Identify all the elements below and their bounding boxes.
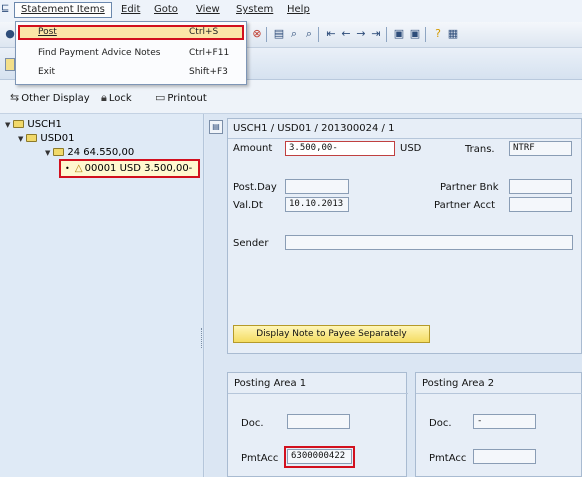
menu-view[interactable]: View <box>196 4 220 15</box>
tree-node-label: USCH1 <box>27 119 62 130</box>
val-dt-label: Val.Dt <box>233 200 263 211</box>
menu-item-post-shortcut: Ctrl+S <box>189 27 219 37</box>
toolbar-divider <box>266 27 267 42</box>
menu-item-post[interactable]: Post Ctrl+S <box>18 25 244 40</box>
menu-item-exit[interactable]: Exit Shift+F3 <box>18 65 244 80</box>
detail-area: ▤ USCH1 / USD01 / 201300024 / 1 Amount 3… <box>205 114 582 477</box>
new-session-icon[interactable]: ▣ <box>392 27 406 41</box>
lock-button[interactable]: 🔒︎ Lock <box>101 91 132 105</box>
pmtacc-field[interactable] <box>473 449 536 464</box>
display-note-button[interactable]: Display Note to Payee Separately <box>233 325 430 343</box>
find-icon[interactable]: ⌕ <box>287 27 301 41</box>
layout-icon[interactable]: ▦ <box>446 27 460 41</box>
doc-field[interactable] <box>287 414 350 429</box>
find-next-icon[interactable]: ⌕ <box>302 27 316 41</box>
val-dt-field[interactable]: 10.10.2013 <box>285 197 349 212</box>
menu-item-find-label: Find Payment Advice Notes <box>38 48 161 58</box>
lock-icon: 🔒︎ <box>101 91 107 104</box>
sender-field[interactable] <box>285 235 573 250</box>
tree-node-label: USD01 <box>40 133 75 144</box>
toolbar-divider <box>386 27 387 42</box>
expand-icon[interactable]: ▼ <box>5 121 10 129</box>
menu-edit[interactable]: Edit <box>121 4 140 15</box>
statement-tree: ▼ USCH1 ▼ USD01 ▼ 24 64.550,00 • △ 00001 USD… <box>0 114 204 477</box>
tree-node-group[interactable]: ▼ 24 64.550,00 <box>45 147 134 158</box>
menu-bar: ⊑ Statement Items Edit Goto View System … <box>0 0 582 22</box>
last-page-icon[interactable]: ⇥ <box>369 27 383 41</box>
statement-items-menu: Post Ctrl+S Find Payment Advice Notes Ct… <box>15 21 247 85</box>
next-page-icon[interactable]: → <box>354 27 368 41</box>
menu-system[interactable]: System <box>236 4 273 15</box>
help-icon[interactable]: ? <box>431 27 445 41</box>
amount-field[interactable]: 3.500,00- <box>285 141 395 156</box>
tree-node-label: 24 64.550,00 <box>67 147 135 158</box>
partner-acct-label: Partner Acct <box>434 200 496 211</box>
posting-area-1: Posting Area 1 Doc. PmtAcc 6300000422 <box>227 372 408 477</box>
title-icon <box>5 58 15 71</box>
menu-item-exit-label: Exit <box>38 67 56 77</box>
pmtacc-label: PmtAcc <box>429 453 467 464</box>
other-display-icon: ⇆ <box>10 91 20 104</box>
posting-area-2-divider <box>416 393 582 394</box>
cancel-icon[interactable]: ⊗ <box>250 27 264 41</box>
menu-item-find-shortcut: Ctrl+F11 <box>189 48 230 58</box>
toolbar-divider <box>425 27 426 42</box>
item-header: USCH1 / USD01 / 201300024 / 1 <box>233 123 395 134</box>
menu-icon[interactable]: ⊑ <box>1 3 9 14</box>
expand-icon[interactable]: ▼ <box>18 135 23 143</box>
shortcut-icon[interactable]: ▣ <box>408 27 422 41</box>
tree-node-usch1[interactable]: ▼ USCH1 <box>5 119 62 130</box>
menu-item-find-payment-advice[interactable]: Find Payment Advice Notes Ctrl+F11 <box>18 46 244 61</box>
doc-label: Doc. <box>429 418 452 429</box>
document-icon[interactable]: ▤ <box>209 120 223 134</box>
amount-label: Amount <box>233 143 273 154</box>
other-display-label: Other Display <box>21 93 90 104</box>
print-icon[interactable]: ▤ <box>272 27 286 41</box>
partner-acct-field[interactable] <box>509 197 572 212</box>
application-toolbar: ⇆ Other Display 🔒︎ Lock ▭ Printout <box>0 80 582 114</box>
menu-help[interactable]: Help <box>287 4 310 15</box>
posting-area-2-title: Posting Area 2 <box>422 378 495 389</box>
sender-label: Sender <box>233 238 269 249</box>
tree-item-label: 00001 USD 3.500,00- <box>84 163 193 174</box>
tree-item-selected[interactable]: • △ 00001 USD 3.500,00- <box>59 159 200 178</box>
tree-node-usd01[interactable]: ▼ USD01 <box>18 133 74 144</box>
bullet-icon: • <box>65 164 70 173</box>
currency-label: USD <box>400 143 422 154</box>
item-detail-panel: USCH1 / USD01 / 201300024 / 1 Amount 3.5… <box>227 118 582 354</box>
splitter-handle[interactable] <box>201 328 203 348</box>
menu-item-post-label: Post <box>38 27 57 37</box>
pmtacc-field[interactable]: 6300000422 <box>287 449 352 464</box>
trans-field[interactable]: NTRF <box>509 141 572 156</box>
header-divider <box>228 138 582 139</box>
folder-icon <box>26 134 38 142</box>
printout-label: Printout <box>167 93 207 104</box>
pmtacc-label: PmtAcc <box>241 453 279 464</box>
toolbar-divider <box>318 27 319 42</box>
partner-bank-field[interactable] <box>509 179 572 194</box>
printer-icon: ▭ <box>155 91 166 104</box>
other-display-button[interactable]: ⇆ Other Display <box>10 91 90 104</box>
printout-button[interactable]: ▭ Printout <box>155 91 207 104</box>
partner-bank-label: Partner Bnk <box>440 182 499 193</box>
doc-field[interactable]: - <box>473 414 536 429</box>
post-day-field[interactable] <box>285 179 349 194</box>
posting-area-1-divider <box>228 393 408 394</box>
trans-label: Trans. <box>465 144 495 155</box>
folder-icon <box>53 148 65 156</box>
warning-icon: △ <box>74 163 83 174</box>
menu-goto[interactable]: Goto <box>154 4 178 15</box>
folder-icon <box>13 120 25 128</box>
lock-label: Lock <box>108 93 132 104</box>
menu-item-exit-shortcut: Shift+F3 <box>189 67 228 77</box>
previous-page-icon[interactable]: ← <box>339 27 353 41</box>
first-page-icon[interactable]: ⇤ <box>324 27 338 41</box>
expand-icon[interactable]: ▼ <box>45 149 50 157</box>
menu-statement-items[interactable]: Statement Items <box>14 2 112 18</box>
post-day-label: Post.Day <box>233 182 277 193</box>
doc-label: Doc. <box>241 418 264 429</box>
posting-area-1-title: Posting Area 1 <box>234 378 307 389</box>
posting-area-2: Posting Area 2 Doc. - PmtAcc <box>415 372 582 477</box>
